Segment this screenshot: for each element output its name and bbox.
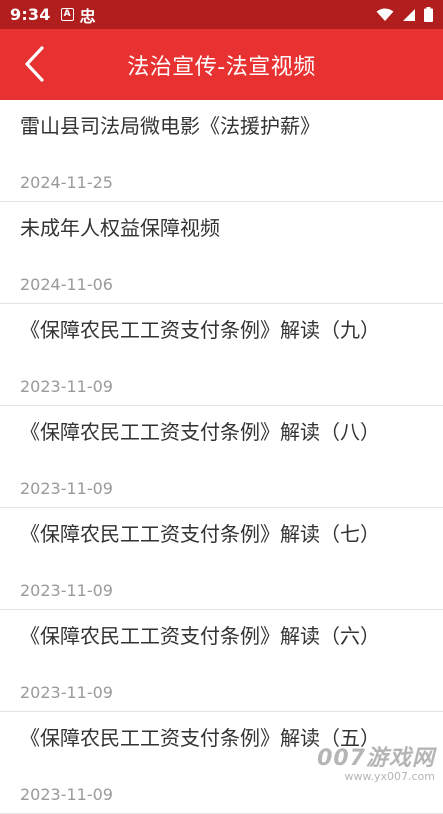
page-title: 法治宣传-法宣视频 (127, 54, 316, 80)
notification-a-icon: A (60, 8, 74, 21)
item-title: 《保障农民工工资支付条例》解读（九） (20, 318, 380, 342)
status-bar: 9:34 A 忠 (0, 0, 443, 29)
item-title: 《保障农民工工资支付条例》解读（七） (20, 522, 380, 546)
list-item[interactable]: 《保障农民工工资支付条例》解读（六） 2023-11-09 (0, 610, 443, 712)
list-item[interactable]: 《保障农民工工资支付条例》解读（九） 2023-11-09 (0, 304, 443, 406)
signal-icon (403, 8, 415, 21)
item-title: 雷山县司法局微电影《法援护薪》 (20, 114, 320, 138)
wifi-icon (376, 8, 394, 21)
item-date: 2023-11-09 (20, 683, 113, 702)
item-date: 2023-11-09 (20, 479, 113, 498)
status-time: 9:34 (10, 5, 51, 24)
item-title: 《保障农民工工资支付条例》解读（八） (20, 420, 380, 444)
battery-icon (424, 7, 433, 22)
item-date: 2024-11-06 (20, 275, 113, 294)
list-item[interactable]: 雷山县司法局微电影《法援护薪》 2024-11-25 (0, 100, 443, 202)
watermark: 007游戏网 www.yx007.com (317, 740, 435, 783)
notification-icons: A 忠 (60, 3, 96, 27)
system-icons (376, 7, 433, 22)
list-item[interactable]: 《保障农民工工资支付条例》解读（七） 2023-11-09 (0, 508, 443, 610)
item-date: 2023-11-09 (20, 785, 113, 804)
notification-app-icon: 忠 (79, 6, 96, 26)
item-date: 2024-11-25 (20, 173, 113, 192)
item-date: 2023-11-09 (20, 377, 113, 396)
watermark-brand: 007游戏网 (317, 746, 435, 771)
item-title: 《保障农民工工资支付条例》解读（六） (20, 624, 380, 648)
video-list: 雷山县司法局微电影《法援护薪》 2024-11-25 未成年人权益保障视频 20… (0, 100, 443, 814)
item-date: 2023-11-09 (20, 581, 113, 600)
item-title: 未成年人权益保障视频 (20, 216, 220, 240)
list-item[interactable]: 未成年人权益保障视频 2024-11-06 (0, 202, 443, 304)
app-bar: 法治宣传-法宣视频 (0, 29, 443, 100)
list-item[interactable]: 《保障农民工工资支付条例》解读（八） 2023-11-09 (0, 406, 443, 508)
